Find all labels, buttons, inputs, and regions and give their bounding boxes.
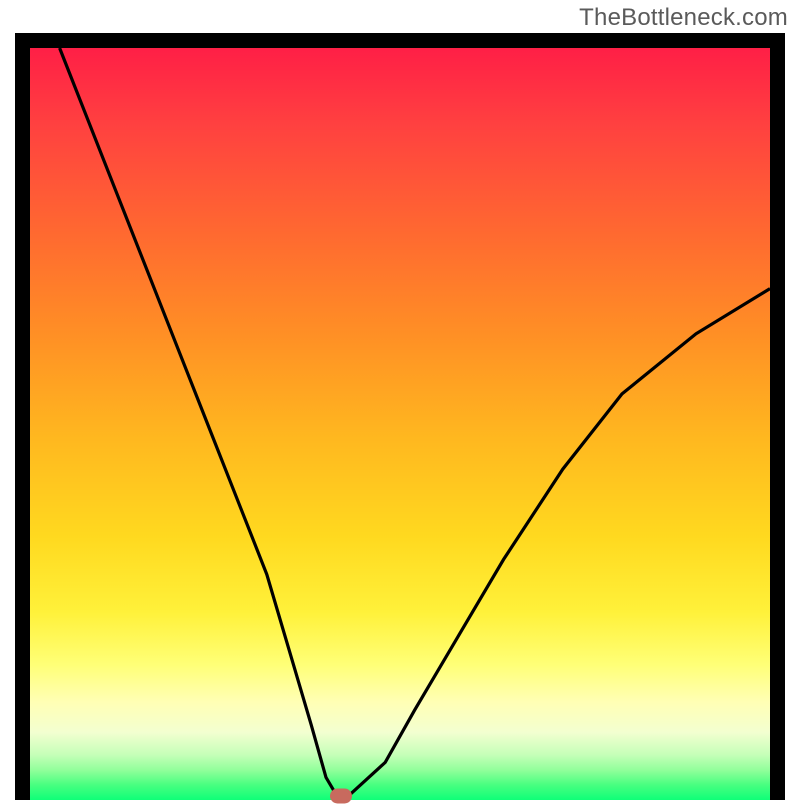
chart-container: TheBottleneck.com <box>0 0 800 800</box>
bottleneck-curve-path <box>60 48 770 796</box>
plot-frame <box>15 33 785 800</box>
watermark-text: TheBottleneck.com <box>579 4 788 32</box>
optimum-marker <box>330 789 352 804</box>
curve-svg <box>15 33 785 800</box>
